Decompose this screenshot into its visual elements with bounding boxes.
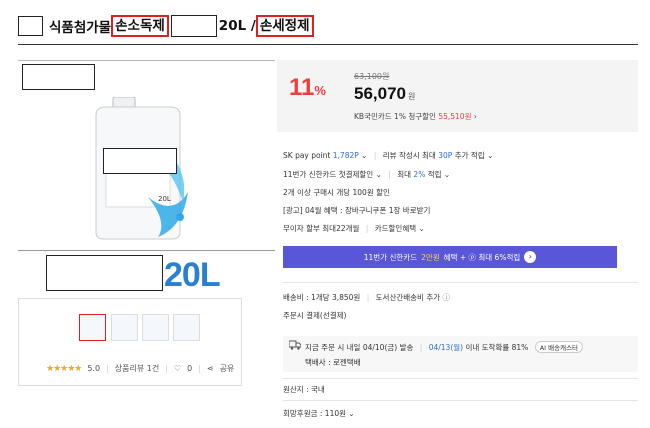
arrow-right-icon: › — [524, 251, 537, 263]
chevron-down-icon: ⌄ — [487, 151, 494, 160]
installment-row[interactable]: 무이자 할부 최대22개월 | 카드할인혜택 ⌄ — [283, 223, 425, 234]
carrier: 택배사 : 로젠택배 — [305, 358, 361, 367]
rating-row: ★★★★★ 5.0 | 상품리뷰 1건 | ♡ 0 | ⋖ 공유 — [46, 363, 235, 374]
redacted-block — [46, 255, 163, 291]
thumbnail-2[interactable] — [111, 314, 138, 341]
redacted-block — [170, 15, 217, 37]
card-discount-link[interactable]: KB국민카드 1% 청구할인 55,510원 › — [354, 111, 477, 122]
star-rating-icon: ★★★★★ — [46, 363, 82, 374]
title-part1: 식품첨가물 — [49, 20, 112, 36]
discount-rate: 11% — [289, 74, 326, 101]
help-icon[interactable]: ⓘ — [443, 293, 451, 302]
shipping-fee-row: 배송비 : 1개당 3,850원 | 도서산간배송비 추가 ⓘ — [283, 293, 451, 302]
divider — [283, 378, 638, 379]
title-highlight-2: 손세정제 — [255, 15, 314, 37]
ad-coupon-link[interactable]: [광고] 04월 혜택 : 장바구니쿠폰 1장 바로받기 — [283, 205, 430, 216]
ai-delivery-badge[interactable]: AI 배송캐스터 — [534, 341, 584, 353]
share-button[interactable]: 공유 — [220, 363, 235, 374]
chevron-right-icon: › — [473, 112, 477, 121]
bulk-discount: 2개 이상 구매시 개당 100원 할인 — [283, 188, 390, 197]
redacted-block — [22, 64, 95, 90]
shinhan-row[interactable]: 11번가 신한카드 첫결제할인 ⌄ | 최대 2% 적립 ⌄ — [283, 169, 450, 180]
size-label: 20L — [164, 256, 221, 294]
donation-row[interactable]: 회망후원금 : 110원 ⌄ — [283, 408, 355, 419]
chevron-down-icon: ⌄ — [361, 151, 368, 160]
sale-price: 56,070 원 — [354, 84, 416, 103]
redacted-block — [103, 148, 177, 174]
thumbnail-3[interactable] — [142, 314, 169, 341]
title-divider — [18, 44, 638, 45]
chevron-down-icon: ⌄ — [418, 224, 425, 233]
image-divider — [18, 250, 275, 251]
redacted-block — [18, 16, 43, 36]
divider — [283, 282, 638, 283]
divider — [283, 400, 638, 401]
rating-score: 5.0 — [87, 364, 101, 373]
origin: 원산지 : 국내 — [283, 385, 325, 394]
payment-type: 주문시 결제(선결제) — [283, 311, 347, 320]
chevron-down-icon: ⌄ — [348, 409, 355, 418]
thumbnail-1[interactable] — [79, 314, 106, 341]
product-title: 식품첨가물 손소독제 20L / 손세정제 — [18, 14, 314, 38]
review-count-link[interactable]: 상품리뷰 1건 — [115, 363, 159, 374]
original-price: 63,100원 — [354, 72, 390, 81]
delivery-estimate: 지금 주문 시 내일 04/10(금) 발송 | 04/13(월) 이내 도착확… — [305, 341, 584, 353]
like-count: 0 — [187, 364, 193, 373]
svg-text:20L: 20L — [158, 195, 171, 203]
truck-icon — [289, 340, 301, 350]
chevron-down-icon: ⌄ — [375, 170, 382, 179]
title-part2: 20L / — [218, 18, 256, 34]
thumbnail-4[interactable] — [173, 314, 200, 341]
title-highlight-1: 손소독제 — [111, 15, 169, 37]
share-icon[interactable]: ⋖ — [207, 364, 214, 373]
shinhan-promo-banner[interactable]: 11번가 신한카드 2만원 혜택 + ⓟ 최대 6%적립 › — [283, 246, 617, 268]
heart-icon[interactable]: ♡ — [174, 364, 181, 373]
chevron-down-icon: ⌄ — [443, 170, 451, 179]
skpay-row[interactable]: SK pay point 1,782P ⌄ | 리뷰 작성시 최대 30P 추가… — [283, 150, 493, 161]
